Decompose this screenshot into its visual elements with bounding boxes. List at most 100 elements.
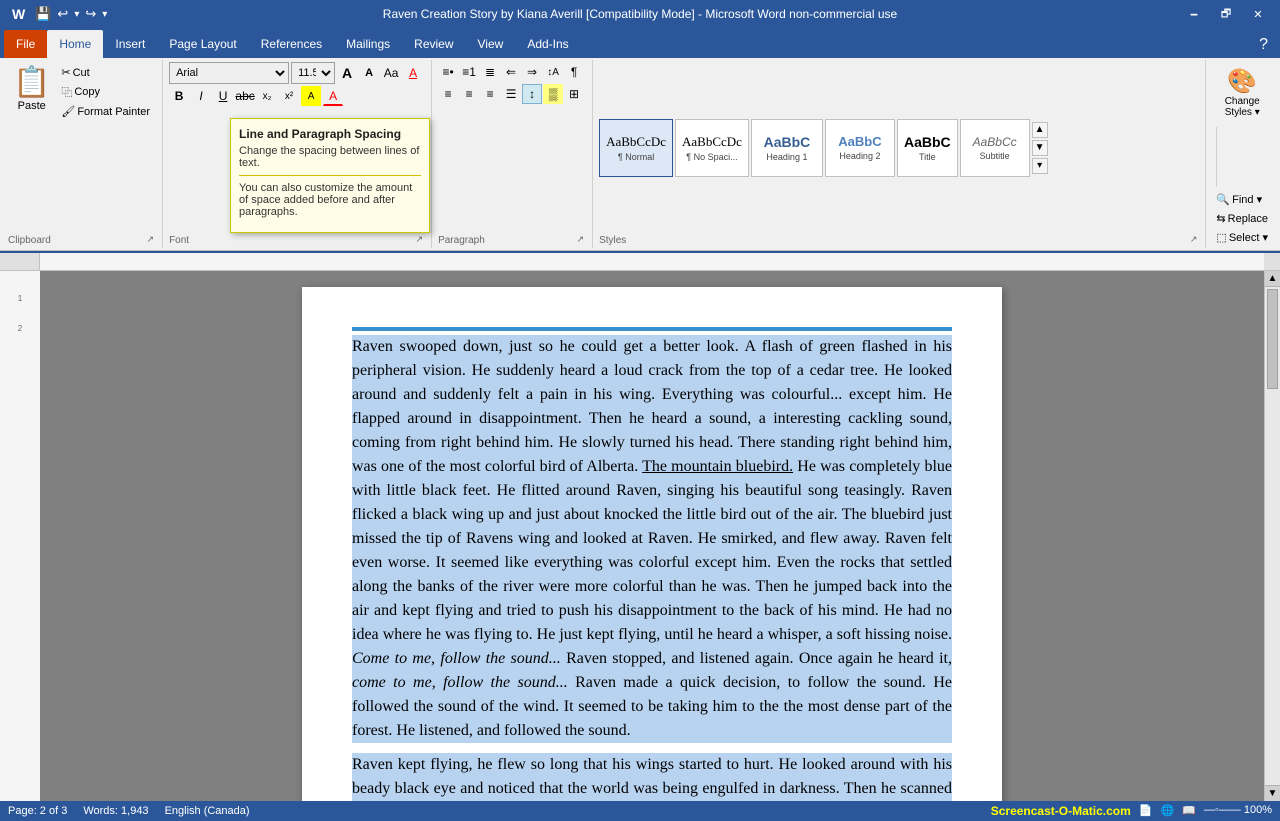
bold-button[interactable]: B [169, 86, 189, 106]
ruler-svg [40, 253, 1264, 270]
sort-button[interactable]: ↕A [543, 62, 563, 82]
svg-text:2: 2 [18, 324, 23, 333]
superscript-button[interactable]: x² [279, 86, 299, 106]
tab-addins[interactable]: Add-Ins [515, 30, 580, 58]
tab-insert[interactable]: Insert [103, 30, 157, 58]
styles-scroll-up[interactable]: ▲ [1032, 122, 1048, 138]
styles-expand[interactable]: ▾ [1032, 158, 1048, 174]
tab-file[interactable]: File [4, 30, 47, 58]
minimize-button[interactable]: 🗕 [1180, 4, 1208, 24]
scroll-thumb[interactable] [1267, 289, 1278, 389]
scroll-up-button[interactable]: ▲ [1265, 271, 1280, 287]
copy-button[interactable]: ⿻ Copy [57, 82, 154, 102]
ribbon-divider [1216, 127, 1268, 187]
decrease-indent-button[interactable]: ⇐ [501, 62, 521, 82]
multilevel-button[interactable]: ≣ [480, 62, 500, 82]
status-bar: Page: 2 of 3 Words: 1,943 English (Canad… [0, 801, 1280, 821]
styles-scroll-down[interactable]: ▼ [1032, 140, 1048, 156]
numbering-button[interactable]: ≡1 [459, 62, 479, 82]
select-button[interactable]: ⬚ Select ▾ [1212, 229, 1272, 246]
watermark: Screencast-O-Matic.com [991, 804, 1131, 818]
text-highlight-button[interactable]: A [301, 86, 321, 106]
font-shrink-button[interactable]: A [359, 63, 379, 83]
status-right: Screencast-O-Matic.com 📄 🌐 📖 —◦—— 100% [991, 804, 1272, 818]
strikethrough-button[interactable]: abc [235, 86, 255, 106]
scroll-down-button[interactable]: ▼ [1265, 785, 1280, 801]
tab-references[interactable]: References [249, 30, 334, 58]
tab-home[interactable]: Home [47, 30, 103, 58]
show-formatting-button[interactable]: ¶ [564, 62, 584, 82]
align-center-button[interactable]: ≡ [459, 84, 479, 104]
align-right-button[interactable]: ≡ [480, 84, 500, 104]
style-normal[interactable]: AaBbCcDc ¶ Normal [599, 119, 673, 177]
underline-button[interactable]: U [213, 86, 233, 106]
tab-review[interactable]: Review [402, 30, 465, 58]
bullets-button[interactable]: ≡• [438, 62, 458, 82]
font-case-button[interactable]: Aa [381, 63, 401, 83]
replace-button[interactable]: ⇆ Replace [1212, 210, 1272, 227]
clipboard-label: Clipboard [8, 233, 51, 246]
style-heading2[interactable]: AaBbC Heading 2 [825, 119, 895, 177]
close-button[interactable]: ✕ [1244, 4, 1272, 24]
h-ruler-area [0, 253, 1280, 271]
shading-button[interactable]: ▒ [543, 84, 563, 104]
paste-icon: 📋 [13, 65, 50, 100]
styles-expand-icon[interactable]: ↗ [1190, 234, 1198, 245]
format-painter-button[interactable]: 🖌 Format Painter [57, 103, 154, 120]
align-left-button[interactable]: ≡ [438, 84, 458, 104]
italic-button[interactable]: I [191, 86, 211, 106]
styles-scroll: ▲ ▼ ▾ [1032, 122, 1048, 174]
font-row2: B I U abc x₂ x² A A [169, 86, 423, 106]
tab-view[interactable]: View [466, 30, 516, 58]
font-expand-icon[interactable]: ↗ [416, 234, 424, 245]
tab-mailings[interactable]: Mailings [334, 30, 402, 58]
window-controls: 🗕 🗗 ✕ [1180, 4, 1272, 24]
increase-indent-button[interactable]: ⇒ [522, 62, 542, 82]
page-info: Page: 2 of 3 [8, 805, 67, 817]
style-no-spacing[interactable]: AaBbCcDc ¶ No Spaci... [675, 119, 749, 177]
tooltip-title: Line and Paragraph Spacing [239, 127, 421, 141]
line-spacing-button[interactable]: ↕ [522, 84, 542, 104]
change-styles-button[interactable]: 🎨 ChangeStyles ▾ [1212, 62, 1272, 123]
doc-scroll-area: Raven swooped down, just so he could get… [40, 271, 1264, 801]
view-normal-icon[interactable]: 📄 [1139, 804, 1153, 818]
quick-undo[interactable]: ↩ [57, 6, 68, 22]
clear-formatting-button[interactable]: A [403, 63, 423, 83]
style-subtitle[interactable]: AaBbCc Subtitle [960, 119, 1030, 177]
font-family-select[interactable]: Arial [169, 62, 289, 84]
ruler-right [1264, 253, 1280, 270]
format-painter-label: Format Painter [77, 106, 150, 118]
font-color-button[interactable]: A [323, 86, 343, 106]
paste-button[interactable]: 📋 Paste [8, 62, 55, 115]
help-icon[interactable]: ? [1251, 32, 1276, 58]
language: English (Canada) [165, 805, 250, 817]
tab-page-layout[interactable]: Page Layout [157, 30, 248, 58]
view-reading-icon[interactable]: 📖 [1182, 804, 1196, 818]
paragraph-expand-icon[interactable]: ↗ [577, 234, 585, 245]
quick-customize[interactable]: ▾ [102, 9, 107, 20]
quick-save[interactable]: 💾 [35, 6, 51, 22]
scrollbar-right: ▲ ▼ [1264, 271, 1280, 801]
quick-redo[interactable]: ↪ [85, 6, 96, 22]
find-button[interactable]: 🔍 Find ▾ [1212, 191, 1272, 208]
zoom-slider[interactable]: —◦—— 100% [1204, 804, 1272, 818]
font-size-select[interactable]: 11.5 [291, 62, 335, 84]
title-bar: W 💾 ↩ ▾ ↪ ▾ Raven Creation Story by Kian… [0, 0, 1280, 28]
justify-button[interactable]: ☰ [501, 84, 521, 104]
styles-group: AaBbCcDc ¶ Normal AaBbCcDc ¶ No Spaci...… [595, 60, 1206, 248]
main-area: 1 2 Raven swooped down, just so he could… [0, 271, 1280, 801]
clipboard-expand-icon[interactable]: ↗ [147, 234, 155, 245]
format-painter-icon: 🖌 [61, 105, 75, 118]
borders-button[interactable]: ⊞ [564, 84, 584, 104]
restore-button[interactable]: 🗗 [1212, 4, 1240, 24]
style-title[interactable]: AaBbC Title [897, 119, 958, 177]
style-heading1[interactable]: AaBbC Heading 1 [751, 119, 823, 177]
view-web-icon[interactable]: 🌐 [1161, 804, 1175, 818]
cut-button[interactable]: ✂ Cut [57, 64, 154, 81]
v-ruler: 1 2 [0, 271, 40, 801]
para-row1: ≡• ≡1 ≣ ⇐ ⇒ ↕A ¶ [438, 62, 584, 82]
ribbon-tabs: File Home Insert Page Layout References … [0, 28, 1280, 58]
font-grow-button[interactable]: A [337, 63, 357, 83]
subscript-button[interactable]: x₂ [257, 86, 277, 106]
quick-undo-arrow[interactable]: ▾ [74, 9, 79, 20]
